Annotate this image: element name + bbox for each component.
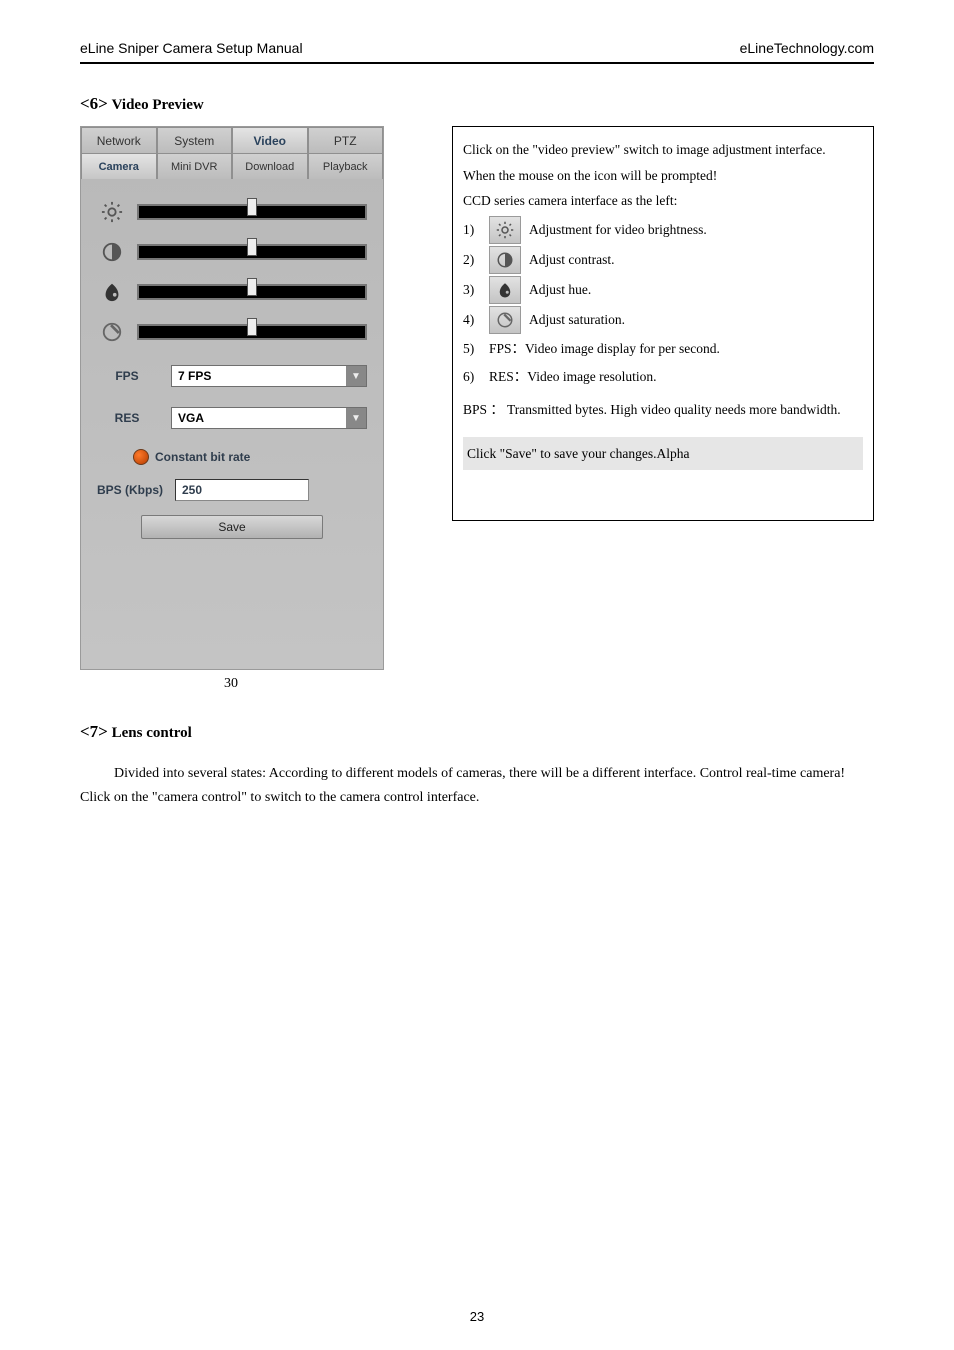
saturation-icon (97, 319, 127, 345)
hue-icon (489, 276, 521, 304)
save-button[interactable]: Save (141, 515, 323, 539)
brightness-icon (489, 216, 521, 244)
section-7-body: Divided into several states: According t… (80, 762, 874, 810)
item-3-text: Adjust hue. (529, 277, 591, 303)
section-6-title: Video Preview (112, 97, 204, 113)
item-5-text: FPS：Video image display for per second. (489, 336, 720, 362)
item-4-num: 4) (463, 307, 481, 333)
res-dropdown[interactable]: VGA ▼ (171, 407, 367, 429)
item-2-num: 2) (463, 247, 481, 273)
callout-p3: CCD series camera interface as the left: (463, 188, 863, 214)
section-6-heading: <6> Video Preview (80, 94, 874, 114)
contrast-slider[interactable] (137, 244, 367, 260)
bps-label: BPS (Kbps) (97, 483, 163, 497)
hue-icon (97, 279, 127, 305)
figure-caption: 30 (80, 676, 382, 692)
section-7-angle: <7> (80, 722, 108, 741)
tab-video[interactable]: Video (232, 127, 308, 153)
item-3-num: 3) (463, 277, 481, 303)
subtab-camera[interactable]: Camera (81, 153, 157, 179)
res-value: VGA (172, 408, 346, 428)
brightness-icon (97, 199, 127, 225)
callout-box: Click on the "video preview" switch to i… (452, 126, 874, 521)
subtab-download[interactable]: Download (232, 153, 308, 179)
item-1-text: Adjustment for video brightness. (529, 217, 707, 243)
subtab-minidvr[interactable]: Mini DVR (157, 153, 233, 179)
item-2-text: Adjust contrast. (529, 247, 615, 273)
header-right: eLineTechnology.com (740, 40, 874, 56)
res-label: RES (97, 411, 157, 425)
constant-bit-rate-radio[interactable]: Constant bit rate (133, 449, 367, 465)
hue-slider[interactable] (137, 284, 367, 300)
section-7-heading: <7> Lens control (80, 722, 874, 742)
fps-value: 7 FPS (172, 366, 346, 386)
section-7-title: Lens control (112, 725, 192, 741)
contrast-icon (97, 239, 127, 265)
video-settings-screenshot: Network System Video PTZ Camera Mini DVR… (80, 126, 384, 670)
constant-bit-rate-label: Constant bit rate (155, 450, 250, 464)
tab-network[interactable]: Network (81, 127, 157, 153)
callout-bps: BPS ： Transmitted bytes. High video qual… (463, 397, 863, 423)
page-number: 23 (0, 1309, 954, 1324)
saturation-slider[interactable] (137, 324, 367, 340)
brightness-slider[interactable] (137, 204, 367, 220)
callout-p2: When the mouse on the icon will be promp… (463, 163, 863, 189)
subtab-playback[interactable]: Playback (308, 153, 384, 179)
chevron-down-icon[interactable]: ▼ (346, 408, 366, 428)
chevron-down-icon[interactable]: ▼ (346, 366, 366, 386)
header-left: eLine Sniper Camera Setup Manual (80, 40, 303, 56)
item-6-num: 6) (463, 364, 481, 390)
contrast-icon (489, 246, 521, 274)
section-6-angle: <6> (80, 94, 108, 113)
item-1-num: 1) (463, 217, 481, 243)
bps-input[interactable]: 250 (175, 479, 309, 501)
tab-system[interactable]: System (157, 127, 233, 153)
callout-p1: Click on the "video preview" switch to i… (463, 137, 863, 163)
saturation-icon (489, 306, 521, 334)
header-rule (80, 62, 874, 64)
item-5-num: 5) (463, 336, 481, 362)
fps-dropdown[interactable]: 7 FPS ▼ (171, 365, 367, 387)
tab-ptz[interactable]: PTZ (308, 127, 384, 153)
fps-label: FPS (97, 369, 157, 383)
radio-dot-icon (133, 449, 149, 465)
item-6-text: RES：Video image resolution. (489, 364, 657, 390)
item-4-text: Adjust saturation. (529, 307, 625, 333)
callout-save-note: Click "Save" to save your changes.Alpha (463, 437, 863, 471)
